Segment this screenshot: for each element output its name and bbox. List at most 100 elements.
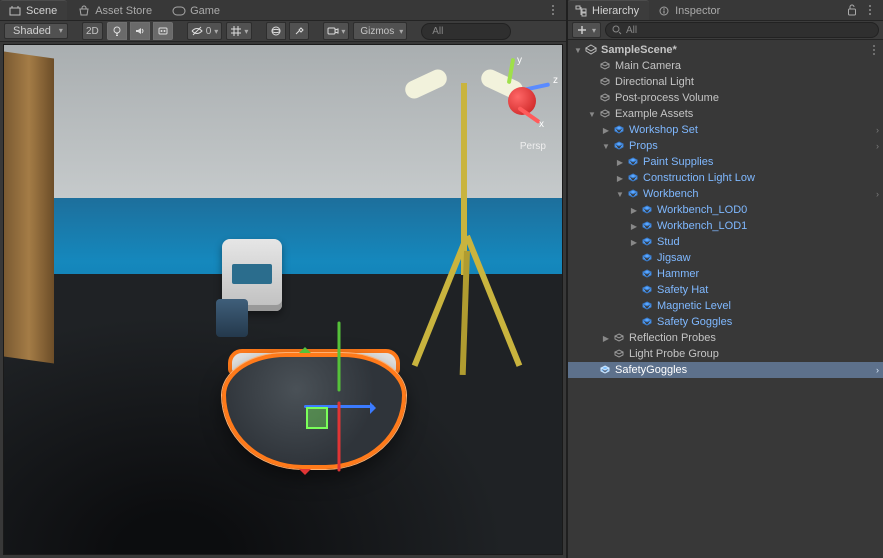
hierarchy-row-jigsaw[interactable]: Jigsaw <box>568 250 883 266</box>
hierarchy-label: Paint Supplies <box>643 156 713 168</box>
hierarchy-row-safety-goggles-selected[interactable]: SafetyGoggles › <box>568 362 883 378</box>
prefab-open-icon[interactable]: › <box>876 189 879 199</box>
hierarchy-row-reflection-probes[interactable]: Reflection Probes <box>568 330 883 346</box>
hierarchy-label: Workbench_LOD1 <box>657 220 747 232</box>
hierarchy-panel: Hierarchy Inspector All <box>568 0 883 558</box>
hierarchy-row-example-assets[interactable]: Example Assets <box>568 106 883 122</box>
hierarchy-search-input[interactable] <box>641 24 872 36</box>
prefab-icon <box>640 301 654 311</box>
expand-toggle-icon[interactable] <box>614 190 626 199</box>
hierarchy-row-main-camera[interactable]: Main Camera <box>568 58 883 74</box>
hierarchy-row-workbench-lod1[interactable]: Workbench_LOD1 <box>568 218 883 234</box>
prefab-icon <box>626 157 640 167</box>
tool-handle-position[interactable] <box>289 22 309 40</box>
prefab-icon <box>640 285 654 295</box>
hierarchy-row-magnetic-level[interactable]: Magnetic Level <box>568 298 883 314</box>
lock-icon[interactable] <box>845 3 859 17</box>
tab-asset-store-label: Asset Store <box>95 5 152 17</box>
hierarchy-label: Safety Goggles <box>657 316 732 328</box>
hierarchy-row-post-process[interactable]: Post-process Volume <box>568 90 883 106</box>
hierarchy-label: Workshop Set <box>629 124 698 136</box>
mode-2d-toggle[interactable]: 2D <box>82 22 103 40</box>
scene-audio-toggle[interactable] <box>130 22 150 40</box>
scene-root-row[interactable]: SampleScene* <box>568 42 883 58</box>
hierarchy-tree[interactable]: SampleScene* Main Camera Directional Lig… <box>568 40 883 558</box>
scene-toolbar: Shaded 2D 0 ▾ ▾ ▾ <box>0 20 566 42</box>
gameobject-icon <box>612 349 626 359</box>
scene-lighting-toggle[interactable] <box>107 22 127 40</box>
scene-fx-toggle[interactable] <box>153 22 173 40</box>
hierarchy-row-stud[interactable]: Stud <box>568 234 883 250</box>
expand-toggle-icon[interactable] <box>628 206 640 215</box>
expand-toggle-icon[interactable] <box>586 110 598 119</box>
prefab-icon <box>640 253 654 263</box>
hierarchy-label: Jigsaw <box>657 252 691 264</box>
expand-toggle-icon[interactable] <box>614 158 626 167</box>
prefab-open-icon[interactable]: › <box>876 141 879 151</box>
prefab-open-icon[interactable]: › <box>876 365 879 375</box>
expand-toggle-icon[interactable] <box>628 222 640 231</box>
scene-tab-row: Scene Asset Store Game <box>0 0 566 20</box>
tab-game-label: Game <box>190 5 220 17</box>
tab-inspector[interactable]: Inspector <box>651 0 730 20</box>
create-dropdown[interactable] <box>572 22 601 38</box>
expand-toggle-icon[interactable] <box>572 46 584 55</box>
scene-camera-dropdown[interactable]: ▾ <box>323 22 349 40</box>
scene-search[interactable]: All <box>421 23 511 40</box>
grid-icon <box>230 25 242 37</box>
hierarchy-row-props[interactable]: Props › <box>568 138 883 154</box>
hierarchy-row-workshop-set[interactable]: Workshop Set › <box>568 122 883 138</box>
right-tab-row: Hierarchy Inspector <box>568 0 883 20</box>
expand-toggle-icon[interactable] <box>600 142 612 151</box>
scene-prop-construction-light <box>384 65 544 375</box>
hierarchy-row-hammer[interactable]: Hammer <box>568 266 883 282</box>
hierarchy-row-workbench[interactable]: Workbench › <box>568 186 883 202</box>
hierarchy-label: Hammer <box>657 268 699 280</box>
gameobject-icon <box>598 77 612 87</box>
expand-toggle-icon[interactable] <box>614 174 626 183</box>
hierarchy-row-directional-light[interactable]: Directional Light <box>568 74 883 90</box>
tab-game[interactable]: Game <box>164 0 230 20</box>
hierarchy-row-safety-goggles-child[interactable]: Safety Goggles <box>568 314 883 330</box>
game-icon <box>172 4 186 18</box>
expand-toggle-icon[interactable] <box>628 238 640 247</box>
hierarchy-row-workbench-lod0[interactable]: Workbench_LOD0 <box>568 202 883 218</box>
hierarchy-toolbar: All <box>568 20 883 40</box>
right-tab-menu-icon[interactable] <box>863 3 877 17</box>
prefab-icon <box>612 125 626 135</box>
scene-visibility-layers-dropdown[interactable]: 0 ▾ <box>187 22 223 40</box>
hierarchy-label: Safety Hat <box>657 284 708 296</box>
gizmos-label: Gizmos <box>360 26 394 37</box>
hierarchy-search[interactable]: All <box>605 22 879 38</box>
prefab-open-icon[interactable]: › <box>876 125 879 135</box>
hierarchy-row-light-probe-group[interactable]: Light Probe Group <box>568 346 883 362</box>
kebab-icon[interactable] <box>869 44 879 56</box>
hierarchy-label: Construction Light Low <box>643 172 755 184</box>
expand-toggle-icon[interactable] <box>600 334 612 343</box>
search-icon <box>612 25 622 35</box>
hierarchy-row-construction-light[interactable]: Construction Light Low <box>568 170 883 186</box>
hierarchy-label: Example Assets <box>615 108 693 120</box>
gameobject-icon <box>598 109 612 119</box>
hierarchy-row-safety-hat[interactable]: Safety Hat <box>568 282 883 298</box>
grid-visibility-toggle[interactable]: ▾ <box>226 22 252 40</box>
shading-mode-dropdown[interactable]: Shaded <box>4 23 68 39</box>
tab-hierarchy-label: Hierarchy <box>592 5 639 17</box>
prefab-icon <box>612 141 626 151</box>
prefab-icon <box>598 365 612 375</box>
globe-icon <box>270 25 282 37</box>
tab-asset-store[interactable]: Asset Store <box>69 0 162 20</box>
tab-hierarchy[interactable]: Hierarchy <box>568 0 649 20</box>
gizmos-dropdown[interactable]: Gizmos ▾ <box>353 22 407 40</box>
expand-toggle-icon[interactable] <box>600 126 612 135</box>
scene-search-scope: All <box>432 26 443 37</box>
speaker-icon <box>134 25 146 37</box>
tab-scene[interactable]: Scene <box>0 0 67 20</box>
eye-off-icon <box>191 25 203 37</box>
scene-tab-menu-icon[interactable] <box>546 3 560 17</box>
unity-scene-icon <box>584 44 598 56</box>
hierarchy-row-paint-supplies[interactable]: Paint Supplies <box>568 154 883 170</box>
scene-viewport[interactable]: y z x Persp <box>3 44 563 555</box>
tools-icon <box>293 25 305 37</box>
tool-handle-rotation[interactable] <box>266 22 286 40</box>
